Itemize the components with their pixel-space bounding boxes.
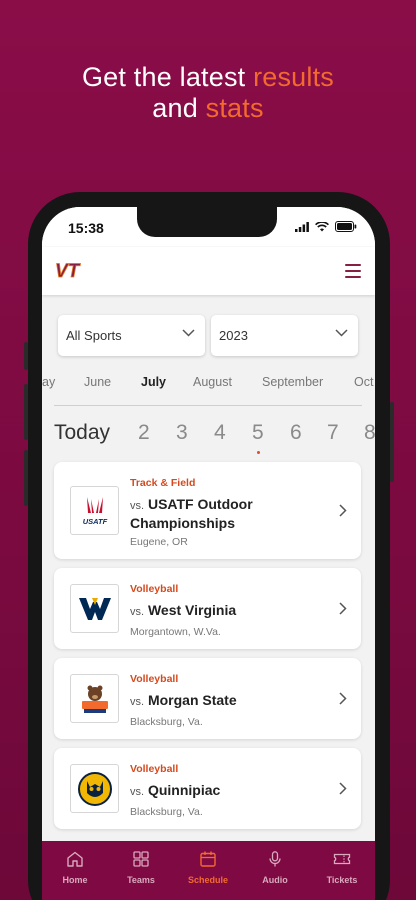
- event-opponent: USATF Outdoor Championships: [130, 496, 253, 531]
- ticket-icon: [333, 853, 351, 865]
- event-vs: vs.: [130, 786, 145, 798]
- event-location: Morgantown, W.Va.: [130, 626, 221, 638]
- month-item[interactable]: ay: [42, 375, 55, 389]
- hamburger-menu-icon[interactable]: [345, 264, 361, 278]
- signal-icon: [295, 221, 309, 232]
- month-item[interactable]: June: [84, 375, 111, 389]
- tab-audio[interactable]: Audio: [242, 851, 308, 885]
- vt-logo[interactable]: VT: [55, 261, 89, 279]
- tab-teams[interactable]: Teams: [108, 851, 174, 885]
- year-filter-value: 2023: [219, 328, 248, 343]
- chevron-down-icon: [335, 329, 348, 337]
- tab-label: Tickets: [326, 875, 358, 885]
- status-icons: [295, 221, 357, 232]
- event-opponent: West Virginia: [147, 602, 237, 618]
- event-sport: Volleyball: [130, 583, 179, 595]
- phone-notch: [137, 207, 277, 237]
- sport-filter-value: All Sports: [66, 328, 122, 343]
- promo-headline: Get the latest results and stats: [0, 62, 416, 124]
- chevron-down-icon: [182, 329, 195, 337]
- tab-schedule[interactable]: Schedule: [175, 851, 241, 885]
- bottom-tab-bar: Home Teams Schedule Audio Tickets: [42, 841, 375, 900]
- day-item-today[interactable]: Today: [54, 421, 110, 445]
- event-card[interactable]: Volleyball vs. West Virginia Morgantown,…: [54, 568, 361, 649]
- event-location: Blacksburg, Va.: [130, 716, 203, 728]
- battery-icon: [335, 221, 357, 232]
- morgan-state-logo: [70, 674, 119, 723]
- microphone-icon: [269, 851, 281, 867]
- event-location: Blacksburg, Va.: [130, 806, 203, 818]
- event-sport: Volleyball: [130, 763, 179, 775]
- usatf-logo: USATF: [70, 486, 119, 535]
- sport-filter-dropdown[interactable]: All Sports: [58, 315, 205, 356]
- event-location: Eugene, OR: [130, 536, 188, 548]
- svg-text:VT: VT: [55, 261, 81, 279]
- month-item[interactable]: Oct: [354, 375, 373, 389]
- event-title: vs. Quinnipiac: [130, 782, 330, 801]
- chevron-right-icon: [339, 692, 347, 705]
- month-item-selected[interactable]: July: [141, 375, 166, 389]
- promo-line2-accent: stats: [205, 93, 264, 123]
- teams-icon: [133, 851, 149, 867]
- year-filter-dropdown[interactable]: 2023: [211, 315, 358, 356]
- month-divider: [54, 405, 362, 406]
- day-item[interactable]: 2: [138, 421, 150, 445]
- event-sport: Volleyball: [130, 673, 179, 685]
- event-card[interactable]: Volleyball vs. Quinnipiac Blacksburg, Va…: [54, 748, 361, 829]
- tab-home[interactable]: Home: [42, 851, 108, 885]
- app-screen: 15:38 VT All Sports 2023 ay June July Au…: [42, 207, 375, 900]
- svg-text:USATF: USATF: [82, 517, 107, 526]
- quinnipiac-logo: [70, 764, 119, 813]
- event-vs: vs.: [130, 500, 145, 512]
- home-icon: [67, 851, 83, 867]
- tab-label: Teams: [127, 875, 155, 885]
- status-time: 15:38: [68, 220, 104, 236]
- west-virginia-logo: [70, 584, 119, 633]
- event-vs: vs.: [130, 696, 145, 708]
- event-opponent: Morgan State: [147, 692, 237, 708]
- selected-day-indicator: [257, 451, 260, 454]
- calendar-icon: [200, 851, 216, 867]
- event-sport: Track & Field: [130, 477, 196, 489]
- wifi-icon: [315, 221, 329, 231]
- promo-line1-accent: results: [253, 62, 335, 92]
- app-bar: VT: [42, 247, 375, 295]
- event-title: vs. West Virginia: [130, 602, 330, 621]
- day-item[interactable]: 8: [364, 421, 375, 445]
- day-selector[interactable]: Today 2 3 4 5 6 7 8: [42, 421, 375, 457]
- day-item[interactable]: 7: [327, 421, 339, 445]
- day-item-selected[interactable]: 5: [252, 421, 264, 445]
- event-vs: vs.: [130, 606, 145, 618]
- tab-label: Schedule: [187, 875, 228, 885]
- tab-label: Audio: [262, 875, 288, 885]
- event-card[interactable]: Volleyball vs. Morgan State Blacksburg, …: [54, 658, 361, 739]
- month-selector[interactable]: ay June July August September Oct: [42, 375, 375, 395]
- chevron-right-icon: [339, 504, 347, 517]
- month-item[interactable]: August: [193, 375, 232, 389]
- event-opponent: Quinnipiac: [147, 782, 221, 798]
- chevron-right-icon: [339, 782, 347, 795]
- tab-tickets[interactable]: Tickets: [309, 851, 375, 885]
- event-title: vs. Morgan State: [130, 692, 330, 711]
- day-item[interactable]: 6: [290, 421, 302, 445]
- chevron-right-icon: [339, 602, 347, 615]
- day-item[interactable]: 3: [176, 421, 188, 445]
- month-item[interactable]: September: [262, 375, 323, 389]
- event-title: vs. USATF Outdoor Championships: [130, 496, 330, 532]
- tab-label: Home: [62, 875, 88, 885]
- promo-line1-prefix: Get the latest: [81, 62, 254, 92]
- day-item[interactable]: 4: [214, 421, 226, 445]
- promo-line2-prefix: and: [152, 93, 206, 123]
- event-card[interactable]: USATF Track & Field vs. USATF Outdoor Ch…: [54, 462, 361, 559]
